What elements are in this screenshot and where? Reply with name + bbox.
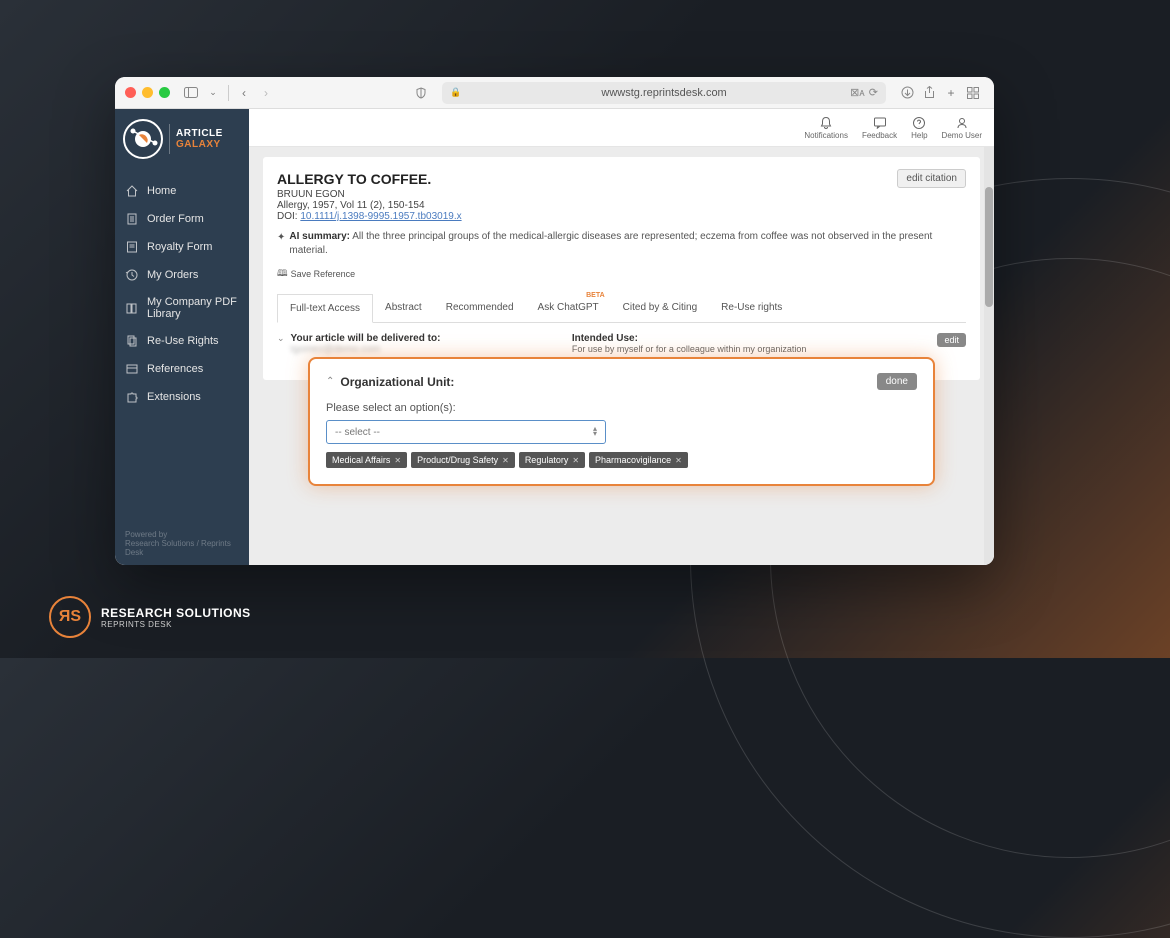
org-prompt: Please select an option(s): — [326, 402, 917, 414]
select-placeholder: -- select -- — [335, 427, 380, 438]
home-icon — [125, 184, 139, 198]
article-card: edit citation ALLERGY TO COFFEE. BRUUN E… — [263, 157, 980, 380]
select-arrows-icon: ▴▾ — [593, 427, 597, 437]
sidebar: ARTICLE GALAXY HomeOrder FormRoyalty For… — [115, 109, 249, 565]
puzzle-icon — [125, 390, 139, 404]
done-button[interactable]: done — [877, 373, 917, 390]
reload-icon[interactable]: ⟳ — [869, 86, 878, 99]
nav-item-re-use-rights[interactable]: Re-Use Rights — [115, 327, 249, 355]
browser-chrome: ⌄ ‹ › 🔒 wwwstg.reprintsdesk.com ⊠ᴀ ⟳ + — [115, 77, 994, 109]
browser-window: ⌄ ‹ › 🔒 wwwstg.reprintsdesk.com ⊠ᴀ ⟳ + — [115, 77, 994, 565]
tab-recommended[interactable]: Recommended — [434, 294, 526, 322]
copy-icon — [125, 334, 139, 348]
nav-item-order-form[interactable]: Order Form — [115, 205, 249, 233]
tab-full-text-access[interactable]: Full-text Access — [277, 294, 373, 323]
article-author: BRUUN EGON — [277, 189, 966, 200]
new-tab-icon[interactable]: + — [940, 82, 962, 104]
logo-icon — [123, 119, 163, 159]
nav-item-home[interactable]: Home — [115, 177, 249, 205]
delivery-email: tgomez@demo.com — [291, 344, 572, 355]
clock-icon — [125, 268, 139, 282]
nav-item-my-company-pdf-library[interactable]: My Company PDF Library — [115, 289, 249, 327]
edit-citation-button[interactable]: edit citation — [897, 169, 966, 188]
footer-sub: REPRINTS DESK — [101, 620, 251, 629]
footer-name: RESEARCH SOLUTIONS — [101, 606, 251, 620]
org-tags: Medical Affairs✕Product/Drug Safety✕Regu… — [326, 452, 917, 468]
traffic-lights — [125, 87, 170, 98]
url-bar[interactable]: 🔒 wwwstg.reprintsdesk.com ⊠ᴀ ⟳ — [442, 82, 886, 104]
notifications-button[interactable]: Notifications — [804, 116, 848, 140]
bookmark-icon: 🕮 — [277, 266, 288, 282]
user-menu[interactable]: Demo User — [942, 116, 982, 140]
tabs: Full-text AccessAbstractRecommendedAsk C… — [277, 294, 966, 323]
nav-item-references[interactable]: References — [115, 355, 249, 383]
download-icon[interactable] — [896, 82, 918, 104]
tab-re-use-rights[interactable]: Re-Use rights — [709, 294, 794, 322]
url-text: wwwstg.reprintsdesk.com — [601, 87, 726, 99]
refs-icon — [125, 362, 139, 376]
article-title: ALLERGY TO COFFEE. — [277, 171, 966, 187]
beta-badge: BETA — [586, 292, 605, 299]
forward-icon[interactable]: › — [255, 82, 277, 104]
tab-ask-chatgpt[interactable]: Ask ChatGPTBETA — [526, 294, 611, 322]
window-maximize[interactable] — [159, 87, 170, 98]
library-icon — [125, 301, 139, 315]
tag-product-drug-safety: Product/Drug Safety✕ — [411, 452, 515, 468]
brand-name: ARTICLE — [176, 128, 223, 139]
file-icon — [125, 212, 139, 226]
window-minimize[interactable] — [142, 87, 153, 98]
shield-icon[interactable] — [410, 82, 432, 104]
nav-item-extensions[interactable]: Extensions — [115, 383, 249, 411]
article-meta: Allergy, 1957, Vol 11 (2), 150-154 — [277, 200, 966, 211]
remove-tag-icon[interactable]: ✕ — [394, 456, 401, 465]
footer-logo-icon: ЯS — [49, 596, 91, 638]
tag-pharmacovigilance: Pharmacovigilance✕ — [589, 452, 688, 468]
tabs-icon[interactable] — [962, 82, 984, 104]
doi-link[interactable]: 10.1111/j.1398-9995.1957.tb03019.x — [300, 211, 461, 222]
ai-summary: ✦ AI summary: All the three principal gr… — [277, 230, 966, 258]
intended-use-text: For use by myself or for a colleague wit… — [572, 344, 938, 356]
tab-cited-by-citing[interactable]: Cited by & Citing — [611, 294, 709, 322]
brand-sub: GALAXY — [176, 139, 221, 150]
tag-medical-affairs: Medical Affairs✕ — [326, 452, 407, 468]
help-button[interactable]: Help — [911, 116, 927, 140]
article-doi: DOI: 10.1111/j.1398-9995.1957.tb03019.x — [277, 211, 966, 222]
remove-tag-icon[interactable]: ✕ — [572, 456, 579, 465]
chevron-down-icon[interactable]: ⌄ — [277, 333, 285, 344]
ai-icon: ✦ — [277, 231, 285, 258]
sidebar-toggle-icon[interactable] — [180, 82, 202, 104]
remove-tag-icon[interactable]: ✕ — [502, 456, 509, 465]
org-title: Organizational Unit: — [340, 375, 876, 389]
doc-icon — [125, 240, 139, 254]
nav-list: HomeOrder FormRoyalty FormMy OrdersMy Co… — [115, 169, 249, 419]
scrollbar[interactable] — [984, 147, 994, 565]
delivery-label: Your article will be delivered to: — [291, 333, 572, 344]
app-logo: ARTICLE GALAXY — [115, 109, 249, 169]
save-reference-button[interactable]: 🕮 Save Reference — [277, 266, 355, 282]
footer-brand: ЯS RESEARCH SOLUTIONS REPRINTS DESK — [49, 596, 251, 638]
tag-regulatory: Regulatory✕ — [519, 452, 585, 468]
remove-tag-icon[interactable]: ✕ — [675, 456, 682, 465]
chevron-down-icon[interactable]: ⌄ — [202, 82, 224, 104]
edit-delivery-button[interactable]: edit — [937, 333, 966, 347]
nav-item-my-orders[interactable]: My Orders — [115, 261, 249, 289]
lock-icon: 🔒 — [450, 87, 461, 98]
back-icon[interactable]: ‹ — [233, 82, 255, 104]
feedback-button[interactable]: Feedback — [862, 116, 897, 140]
top-bar: Notifications Feedback Help Demo User — [249, 109, 994, 147]
translate-icon[interactable]: ⊠ᴀ — [850, 86, 865, 99]
org-select[interactable]: -- select -- ▴▾ — [326, 420, 606, 444]
intended-use-label: Intended Use: — [572, 333, 938, 344]
tab-abstract[interactable]: Abstract — [373, 294, 434, 322]
sidebar-footer: Powered by Research Solutions / Reprints… — [115, 522, 249, 565]
nav-item-royalty-form[interactable]: Royalty Form — [115, 233, 249, 261]
organizational-unit-panel: ⌃ Organizational Unit: done Please selec… — [308, 357, 935, 486]
window-close[interactable] — [125, 87, 136, 98]
share-icon[interactable] — [918, 82, 940, 104]
chevron-up-icon[interactable]: ⌃ — [326, 376, 334, 387]
